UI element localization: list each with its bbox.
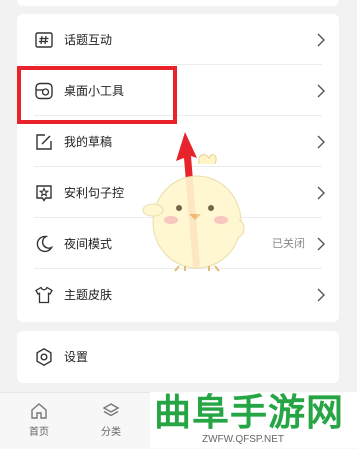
gear-icon bbox=[36, 347, 52, 367]
tshirt-icon bbox=[35, 286, 53, 304]
menu-item-label: 安利句子控 bbox=[64, 186, 125, 200]
chevron-right-icon bbox=[317, 288, 325, 302]
menu-item-label: 我的草稿 bbox=[64, 135, 113, 149]
edit-icon bbox=[36, 134, 52, 150]
chevron-right-icon bbox=[317, 237, 325, 251]
nav-category-label: 分类 bbox=[101, 427, 121, 438]
chevron-right-icon bbox=[317, 186, 325, 200]
hashtag-icon bbox=[35, 32, 53, 48]
chevron-right-icon bbox=[317, 84, 325, 98]
menu-item-theme-skin[interactable]: 主题皮肤 bbox=[17, 269, 339, 320]
settings-label: 设置 bbox=[64, 350, 89, 364]
chevron-right-icon bbox=[317, 135, 325, 149]
settings-card: 设置 bbox=[17, 331, 339, 383]
watermark-title: 曲阜手游网 bbox=[154, 391, 344, 434]
highlight-box bbox=[17, 66, 177, 124]
nav-home-label: 首页 bbox=[29, 427, 49, 438]
menu-item-topic-interaction[interactable]: 话题互动 bbox=[17, 14, 339, 65]
nav-category[interactable]: 分类 bbox=[91, 401, 131, 438]
menu-item-label: 主题皮肤 bbox=[64, 288, 113, 302]
watermark: 曲阜手游网 ZWFW.QFSP.NET bbox=[150, 392, 357, 448]
home-icon bbox=[31, 403, 47, 419]
chevron-right-icon bbox=[317, 33, 325, 47]
night-mode-status: 已关闭 bbox=[272, 237, 305, 250]
previous-card bbox=[17, 0, 339, 6]
layers-icon bbox=[102, 403, 120, 417]
nav-home[interactable]: 首页 bbox=[19, 401, 59, 438]
menu-item-settings[interactable]: 设置 bbox=[17, 331, 339, 382]
watermark-url: ZWFW.QFSP.NET bbox=[202, 434, 285, 445]
star-frame-icon bbox=[36, 185, 52, 202]
menu-item-label: 夜间模式 bbox=[64, 237, 113, 251]
mascot-image bbox=[142, 154, 245, 272]
menu-item-label: 话题互动 bbox=[64, 33, 113, 47]
moon-icon bbox=[36, 235, 54, 253]
